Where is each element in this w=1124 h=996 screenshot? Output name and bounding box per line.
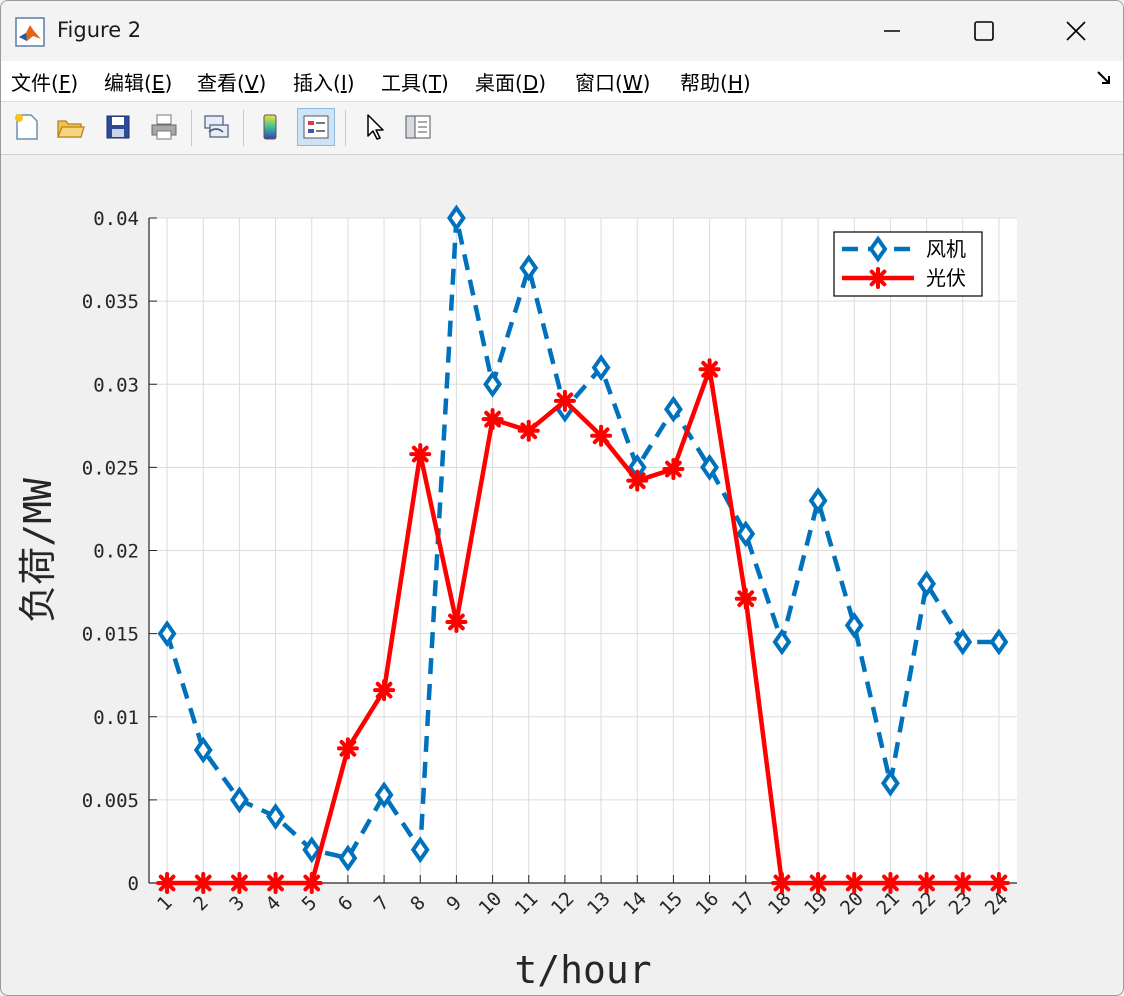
data-point-marker — [300, 872, 323, 894]
y-tick-label: 0.015 — [82, 624, 139, 646]
plot-canvas: 00.0050.010.0150.020.0250.030.0350.041 2 3… — [16, 204, 1017, 992]
x-tick-label: 14 — [619, 888, 651, 920]
x-tick-label: 15 — [655, 888, 687, 920]
legend-label: 风机 — [926, 237, 966, 261]
legend[interactable]: 风机光伏 — [833, 231, 983, 297]
data-point-marker — [626, 469, 649, 492]
x-tick-label: 8 — [406, 892, 430, 916]
x-tick-label: 7 — [370, 892, 394, 916]
data-point-marker — [228, 872, 251, 894]
x-tick-label: 1 — [153, 892, 177, 916]
data-point-marker — [445, 610, 468, 633]
x-tick-label: 10 — [474, 888, 506, 920]
x-tick-label: 17 — [728, 888, 760, 920]
y-tick-label: 0.025 — [82, 457, 139, 479]
data-point-marker — [192, 872, 215, 894]
data-point-marker — [590, 424, 613, 447]
x-tick-label: 21 — [872, 888, 904, 920]
y-axis-label: 负荷/MW — [16, 478, 60, 623]
x-tick-label: 2 — [189, 892, 213, 916]
data-point-marker — [409, 443, 432, 466]
data-point-marker — [915, 872, 938, 894]
x-tick-label: 12 — [547, 888, 579, 920]
data-point-marker — [987, 872, 1010, 894]
data-point-marker — [373, 679, 396, 702]
x-tick-label: 4 — [262, 892, 286, 916]
data-point-marker — [336, 737, 359, 760]
x-tick-label: 22 — [908, 888, 940, 920]
data-point-marker — [770, 872, 793, 894]
legend-label: 光伏 — [926, 266, 966, 290]
x-axis-label: t/hour — [514, 948, 651, 992]
data-point-marker — [807, 872, 830, 894]
x-tick-label: 6 — [334, 892, 358, 916]
figure-window: Figure 2 文件(F) 编辑(E) 查看(V) 插入(I) 工具(T) 桌… — [0, 0, 1124, 996]
data-point-marker — [734, 587, 757, 610]
x-tick-label: 16 — [691, 888, 723, 920]
data-point-marker — [481, 408, 504, 431]
x-tick-label: 5 — [298, 892, 322, 916]
data-point-marker — [264, 872, 287, 894]
x-tick-label: 20 — [836, 888, 868, 920]
y-tick-label: 0.035 — [82, 291, 139, 313]
data-point-marker — [698, 358, 721, 381]
x-tick-label: 18 — [764, 888, 796, 920]
y-tick-label: 0.04 — [93, 208, 139, 230]
y-tick-label: 0.01 — [93, 707, 139, 729]
data-point-marker — [843, 872, 866, 894]
x-tick-label: 11 — [511, 888, 543, 920]
legend-marker — [867, 267, 889, 289]
y-tick-label: 0 — [128, 873, 139, 895]
x-tick-label: 23 — [945, 888, 977, 920]
data-point-marker — [156, 872, 179, 894]
x-tick-label: 3 — [225, 892, 249, 916]
data-point-marker — [879, 872, 902, 894]
data-point-marker — [951, 872, 974, 894]
data-point-marker — [517, 419, 540, 442]
x-tick-label: 13 — [583, 888, 615, 920]
x-tick-label: 9 — [442, 892, 466, 916]
y-tick-label: 0.02 — [93, 541, 139, 563]
y-tick-label: 0.005 — [82, 790, 139, 812]
y-tick-label: 0.03 — [93, 374, 139, 396]
x-tick-label: 19 — [800, 888, 832, 920]
x-tick-label: 24 — [981, 888, 1013, 920]
data-point-marker — [553, 389, 576, 412]
data-point-marker — [662, 458, 685, 481]
